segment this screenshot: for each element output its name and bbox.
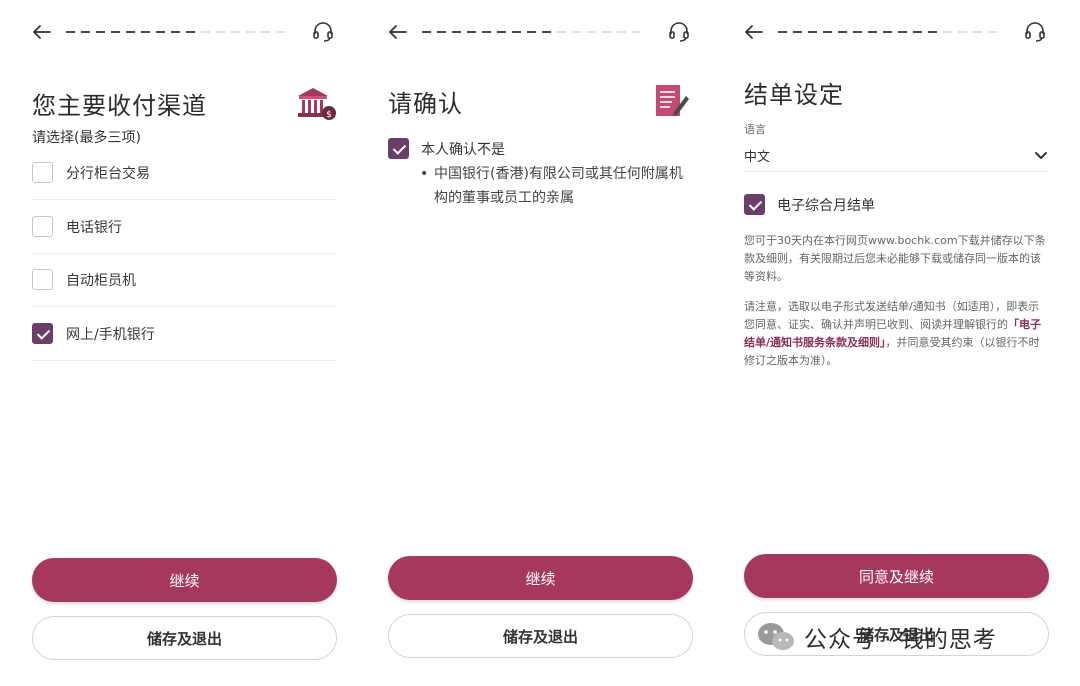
e-statement-label: 电子综合月结单 [777, 197, 875, 214]
language-select[interactable]: 中文 [744, 140, 1049, 172]
top-bar [384, 18, 693, 46]
page-title: 您主要收付渠道 [32, 92, 207, 120]
option-branch-counter[interactable]: 分行柜台交易 [32, 146, 337, 200]
agree-and-continue-button[interactable]: 同意及继续 [744, 554, 1049, 598]
save-and-exit-button[interactable]: 储存及退出 [32, 616, 337, 660]
option-label: 自动柜员机 [66, 272, 136, 289]
option-phone-banking[interactable]: 电话银行 [32, 200, 337, 254]
save-and-exit-button[interactable]: 储存及退出 [388, 614, 693, 658]
top-bar [28, 18, 337, 46]
option-label: 分行柜台交易 [66, 165, 150, 182]
continue-button[interactable]: 继续 [32, 558, 337, 602]
language-label: 语言 [744, 123, 766, 136]
continue-button[interactable]: 继续 [388, 556, 693, 600]
back-arrow-icon[interactable] [384, 18, 412, 46]
confirm-checkbox-row[interactable]: 本人确认不是 [388, 138, 505, 159]
confirm-label: 本人确认不是 [421, 141, 505, 158]
bank-icon: $ [298, 88, 336, 120]
page-title: 结单设定 [744, 81, 844, 109]
option-atm[interactable]: 自动柜员机 [32, 253, 337, 307]
step-progress [778, 31, 997, 33]
selection-hint: 请选择(最多三项) [32, 130, 141, 146]
chevron-down-icon [1035, 151, 1047, 159]
back-arrow-icon[interactable] [28, 18, 56, 46]
step-progress [66, 31, 285, 33]
consent-text: 请注意，选取以电子形式发送结单/通知书（如适用），即表示您同意、证实、确认并声明… [744, 300, 1040, 331]
checkbox-checked[interactable] [32, 323, 53, 344]
download-note: 您可于30天内在本行网页www.bochk.com下载并储存以下条款及细则，有关… [744, 234, 1046, 283]
panel-statement-settings: 结单设定 语言 中文 电子综合月结单 您可于30天内在本行网页www.bochk… [712, 0, 1067, 686]
checkbox[interactable] [32, 162, 53, 183]
checkbox[interactable] [32, 269, 53, 290]
option-online-mobile-banking[interactable]: 网上/手机银行 [32, 307, 337, 361]
checkbox-checked[interactable] [388, 138, 409, 159]
page-title: 请确认 [388, 90, 463, 118]
option-label: 网上/手机银行 [66, 326, 155, 343]
top-bar [740, 18, 1049, 46]
step-progress [422, 31, 641, 33]
svg-text:$: $ [326, 110, 332, 120]
option-label: 电话银行 [66, 219, 122, 236]
panel-payment-channels: 您主要收付渠道 $ 请选择(最多三项) 分行柜台交易 电话银行 自动柜员机 网上… [0, 0, 355, 686]
panel-confirmation: 请确认 本人确认不是 中国银行(香港)有限公司或其任何附属机构的董事或员工的亲属… [356, 0, 711, 686]
consent-note: 请注意，选取以电子形式发送结单/通知书（如适用），即表示您同意、证实、确认并声明… [744, 298, 1049, 370]
document-edit-icon [656, 85, 689, 116]
back-arrow-icon[interactable] [740, 18, 768, 46]
e-statement-checkbox-row[interactable]: 电子综合月结单 [744, 194, 875, 215]
confirm-bullet-text: 中国银行(香港)有限公司或其任何附属机构的董事或员工的亲属 [420, 162, 695, 210]
watermark-text: 公众号 · 钱的思考 [804, 627, 997, 653]
headset-icon[interactable] [309, 18, 337, 46]
watermark: 公众号 · 钱的思考 [756, 620, 997, 654]
checkbox-checked[interactable] [744, 194, 765, 215]
language-value: 中文 [744, 150, 771, 165]
headset-icon[interactable] [665, 18, 693, 46]
wechat-icon [758, 623, 794, 650]
checkbox[interactable] [32, 216, 53, 237]
headset-icon[interactable] [1021, 18, 1049, 46]
